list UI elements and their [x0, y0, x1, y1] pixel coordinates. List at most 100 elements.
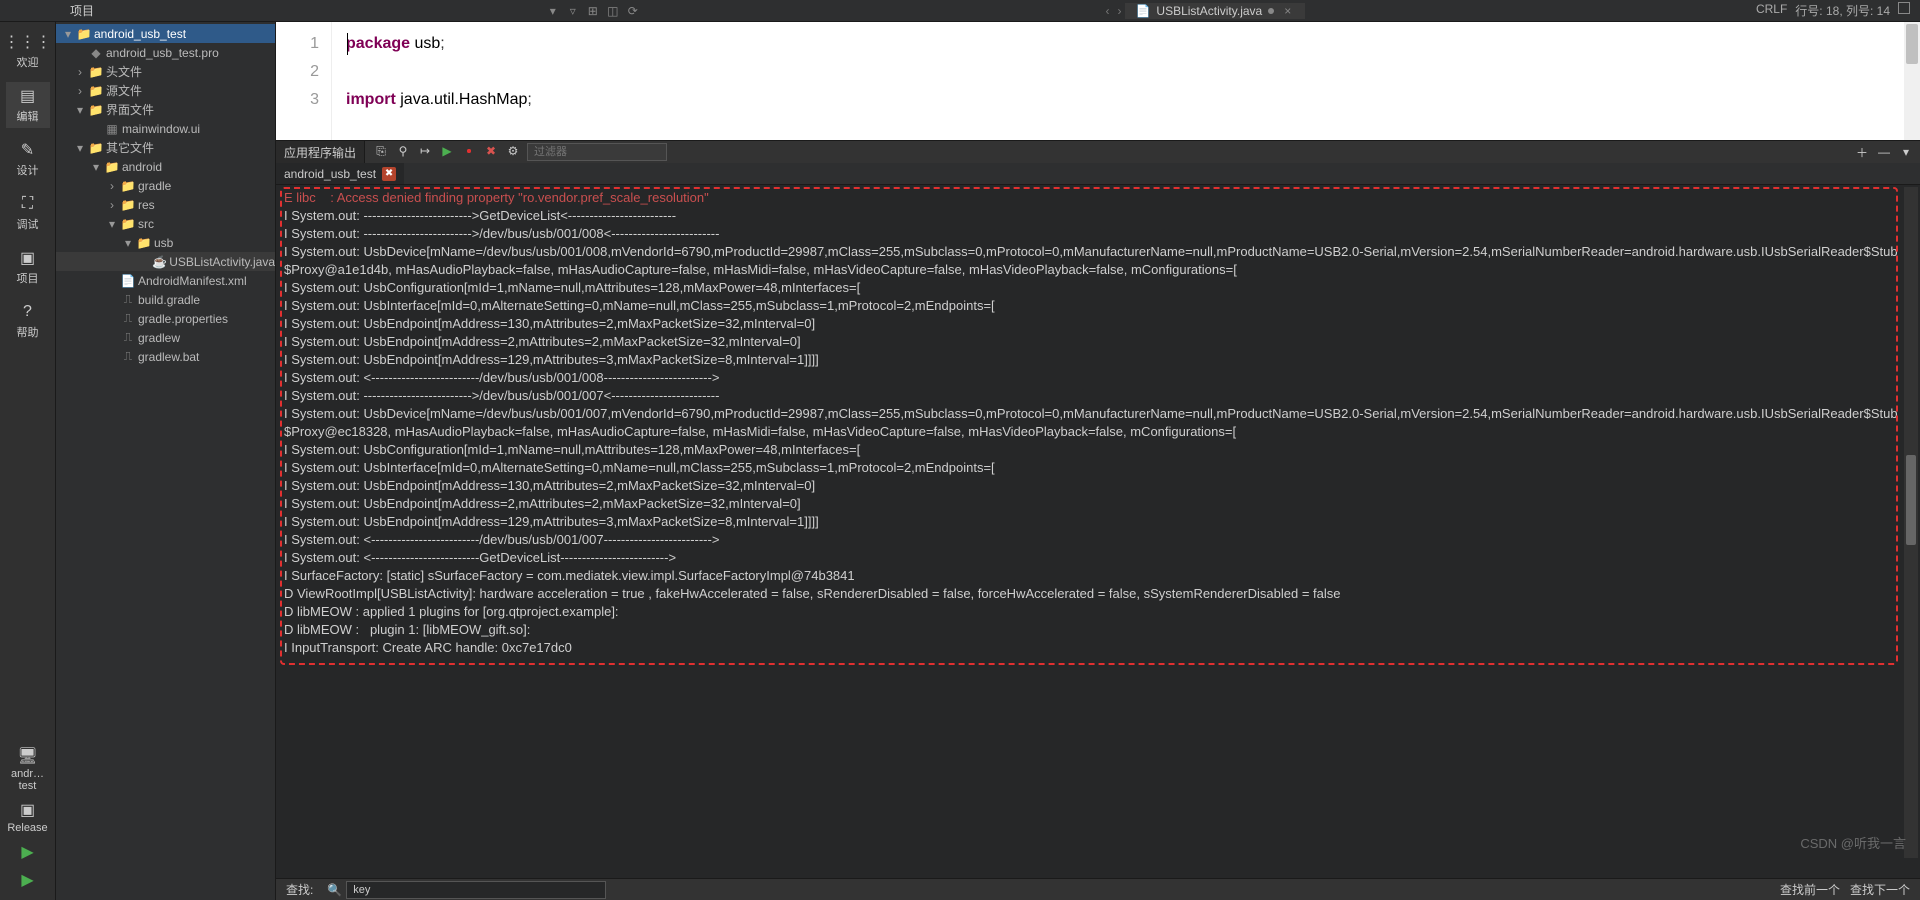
output-scroll-thumb[interactable] [1906, 455, 1916, 545]
output-tab-bar: android_usb_test ✖ [276, 163, 1920, 185]
menu-panel-icon[interactable]: ▾ [1898, 144, 1914, 160]
nav-fwd-icon[interactable]: › [1113, 4, 1125, 18]
output-panel-title[interactable]: 应用程序输出 [276, 141, 365, 163]
abort-icon[interactable]: ✖ [483, 143, 499, 159]
tree-node[interactable]: ›📁源文件 [56, 81, 275, 100]
settings-icon[interactable]: ⚙ [505, 143, 521, 159]
search-icon: 🔍 [323, 883, 346, 897]
encoding-icon[interactable] [1898, 2, 1910, 14]
tree-node[interactable]: ⎍build.gradle [56, 290, 275, 309]
tree-node[interactable]: ☕USBListActivity.java [56, 252, 275, 271]
search-input[interactable] [346, 881, 606, 899]
tree-node[interactable]: ▾📁界面文件 [56, 100, 275, 119]
add-panel-icon[interactable]: ＋ [1854, 144, 1870, 160]
code-line[interactable] [346, 58, 532, 86]
disclosure-icon[interactable]: ▾ [62, 27, 74, 41]
disclosure-icon[interactable]: › [74, 84, 86, 98]
code-editor[interactable]: 123 package usb;import java.util.HashMap… [276, 22, 1920, 140]
line-number: 1 [276, 30, 319, 58]
monitor-icon: ▣ [18, 800, 38, 820]
tree-node[interactable]: ⎍gradle.properties [56, 309, 275, 328]
mode-edit[interactable]: ▤编辑 [6, 82, 50, 128]
search-next-button[interactable]: 查找下一个 [1850, 881, 1910, 898]
tree-node-label: gradlew [138, 331, 180, 345]
disclosure-icon[interactable]: ▾ [74, 141, 86, 155]
play-bug-icon: ▶ [18, 870, 38, 890]
disclosure-icon[interactable]: › [106, 179, 118, 193]
tree-node[interactable]: ▾📁usb [56, 233, 275, 252]
filter2-icon[interactable]: ▿ [565, 3, 581, 19]
folder-h-icon: 📁 [88, 141, 104, 155]
tree-node-label: 头文件 [106, 63, 142, 80]
code-line[interactable]: import java.util.HashMap; [346, 86, 532, 114]
nav-back-icon[interactable]: ‹ [1101, 4, 1113, 18]
tree-node[interactable]: ›📁头文件 [56, 62, 275, 81]
mode-projects[interactable]: ▣项目 [6, 244, 50, 290]
disclosure-icon[interactable]: ▾ [74, 103, 86, 117]
gradle-icon: ⎍ [120, 330, 136, 345]
tree-node-label: 源文件 [106, 82, 142, 99]
sync-icon[interactable]: ⟳ [625, 3, 641, 19]
kit-selector[interactable]: 🖥andr…test [6, 742, 50, 796]
output-view[interactable]: E libc : Access denied finding property … [276, 185, 1920, 878]
expand-icon[interactable]: ⊞ [585, 3, 601, 19]
close-output-tab-icon[interactable]: ✖ [382, 167, 396, 181]
step-icon[interactable]: ↦ [417, 143, 433, 159]
build-config[interactable]: ▣Release [6, 796, 50, 838]
line-number: 2 [276, 58, 319, 86]
close-tab-icon[interactable]: × [1280, 4, 1295, 18]
rerun-icon[interactable]: ▶ [439, 143, 455, 159]
modified-dot-icon [1268, 8, 1274, 14]
java-icon: ☕ [152, 255, 168, 269]
disclosure-icon[interactable]: ▾ [90, 160, 102, 174]
output-tab[interactable]: android_usb_test ✖ [276, 163, 404, 184]
mode-welcome[interactable]: ⋮⋮⋮欢迎 [6, 28, 50, 74]
tree-node[interactable]: ▾📁src [56, 214, 275, 233]
tree-node[interactable]: ▾📁android_usb_test [56, 24, 275, 43]
scrollbar-thumb[interactable] [1906, 24, 1918, 64]
minimize-panel-icon[interactable]: — [1876, 144, 1892, 160]
disclosure-icon[interactable]: › [106, 198, 118, 212]
tree-node-label: 其它文件 [106, 139, 154, 156]
code-line[interactable]: package usb; [346, 30, 532, 58]
tree-node[interactable]: ›📁res [56, 195, 275, 214]
ui-icon: ▦ [104, 122, 120, 136]
output-scrollbar[interactable] [1904, 187, 1918, 858]
pin-icon[interactable]: ⚲ [395, 143, 411, 159]
mode-design[interactable]: ✎设计 [6, 136, 50, 182]
tree-node[interactable]: ⎍gradlew.bat [56, 347, 275, 366]
tree-node[interactable]: ▾📁其它文件 [56, 138, 275, 157]
stop-icon[interactable] [461, 143, 477, 159]
disclosure-icon[interactable]: ▾ [122, 236, 134, 250]
editor-tab[interactable]: 📄 USBListActivity.java × [1125, 3, 1305, 19]
folder-icon: 📁 [120, 217, 136, 231]
split-icon[interactable]: ◫ [605, 3, 621, 19]
crlf-indicator[interactable]: CRLF [1756, 2, 1787, 19]
run-debug-button[interactable]: ▶ [6, 866, 50, 894]
mode-debug[interactable]: ⛶调试 [6, 190, 50, 236]
output-filter-input[interactable] [527, 143, 667, 161]
mode-sidebar: ⋮⋮⋮欢迎 ▤编辑 ✎设计 ⛶调试 ▣项目 ?帮助 🖥andr…test ▣Re… [0, 22, 56, 900]
folder-h-icon: 📁 [88, 103, 104, 117]
disclosure-icon[interactable]: ▾ [106, 217, 118, 231]
project-tree[interactable]: ▾📁android_usb_test◆android_usb_test.pro›… [56, 22, 276, 900]
mode-help[interactable]: ?帮助 [6, 298, 50, 344]
tree-node[interactable]: ›📁gradle [56, 176, 275, 195]
search-prev-button[interactable]: 查找前一个 [1780, 881, 1840, 898]
tree-node[interactable]: 📄AndroidManifest.xml [56, 271, 275, 290]
folder-icon: 📁 [76, 27, 92, 41]
editor-scrollbar[interactable] [1904, 22, 1920, 140]
code-lines[interactable]: package usb; import java.util.HashMap; [332, 22, 532, 140]
edit-icon: ▤ [18, 86, 38, 106]
output-search-bar: 查找: 🔍 查找前一个 查找下一个 [276, 878, 1920, 900]
filter-icon[interactable]: ▾ [545, 3, 561, 19]
tree-node[interactable]: ◆android_usb_test.pro [56, 43, 275, 62]
run-button[interactable]: ▶ [6, 838, 50, 866]
attach-icon[interactable]: ⎘ [373, 143, 389, 159]
tree-node-label: USBListActivity.java [169, 255, 275, 269]
disclosure-icon[interactable]: › [74, 65, 86, 79]
tree-node[interactable]: ▾📁android [56, 157, 275, 176]
tree-node[interactable]: ⎍gradlew [56, 328, 275, 347]
gradle-icon: ⎍ [120, 311, 136, 326]
tree-node[interactable]: ▦mainwindow.ui [56, 119, 275, 138]
